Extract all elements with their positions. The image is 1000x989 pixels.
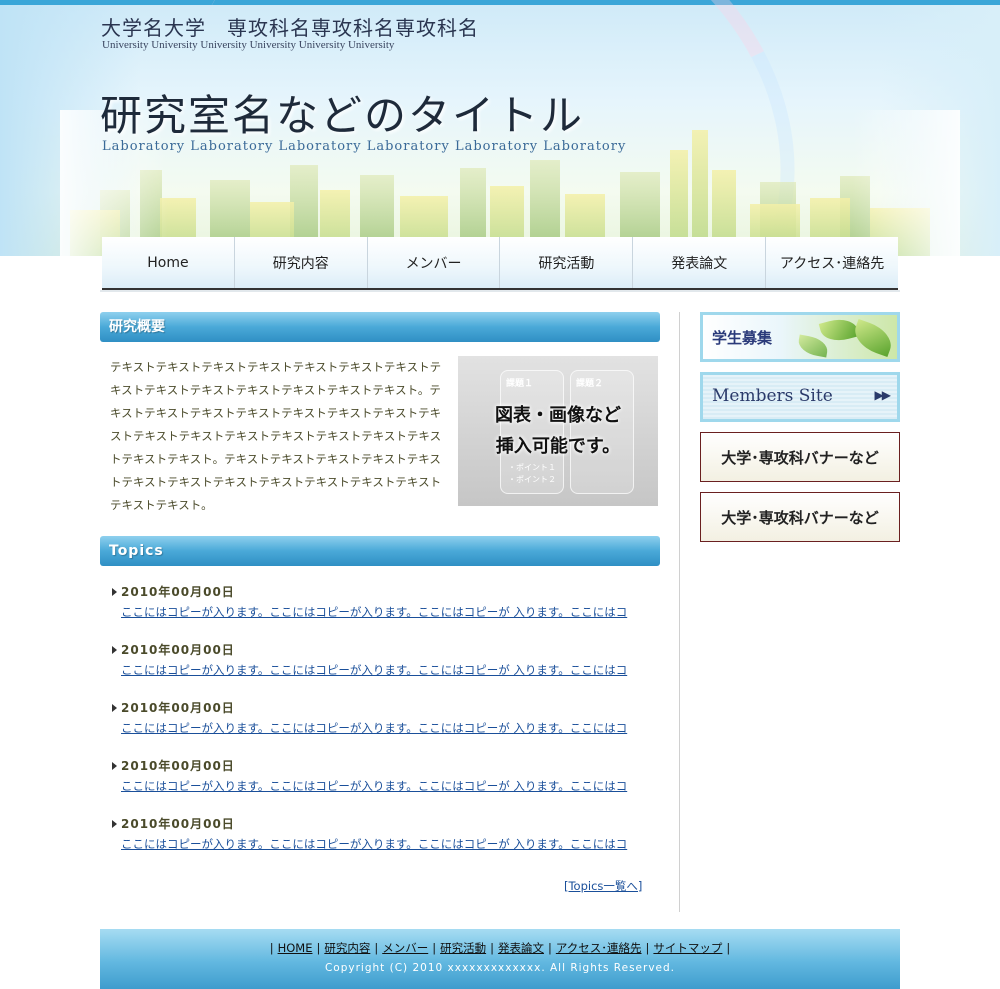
- topic-date: 2010年00月00日: [112, 640, 652, 660]
- site-footer: | HOME | 研究内容 | メンバー | 研究活動 | 発表論文 | アクセス･連絡先 | サイトマッ…: [100, 929, 900, 989]
- topic-item: 2010年00月00日 ここにはコピーが入ります。ここにはコピーが入ります。ここ…: [112, 640, 652, 698]
- overview-figure: 課題１ 課題２ ・ポイント１ ・ポイント２ 図表・画像など 挿入可能です。: [458, 356, 658, 506]
- topic-item: 2010年00月00日 ここにはコピーが入ります。ここにはコピーが入ります。ここ…: [112, 582, 652, 640]
- nav-shadow: [100, 290, 900, 292]
- leaf-icon: [818, 315, 860, 346]
- university-name: 大学名大学 専攻科名専攻科名専攻科名: [101, 16, 479, 40]
- topics-heading: Topics: [100, 536, 660, 566]
- triangle-bullet-icon: [112, 646, 117, 654]
- topic-date: 2010年00月00日: [112, 756, 652, 776]
- university-banner-1[interactable]: 大学･専攻科バナーなど: [700, 432, 900, 482]
- footer-link-home[interactable]: HOME: [278, 941, 313, 955]
- footer-link-sitemap[interactable]: サイトマップ: [653, 941, 722, 955]
- topic-link[interactable]: ここにはコピーが入ります。ここにはコピーが入ります。ここにはコピーが 入ります。…: [112, 776, 642, 796]
- topic-date: 2010年00月00日: [112, 698, 652, 718]
- topic-date-text: 2010年00月00日: [121, 585, 235, 599]
- topic-date-text: 2010年00月00日: [121, 643, 235, 657]
- topic-item: 2010年00月00日 ここにはコピーが入ります。ここにはコピーが入ります。ここ…: [112, 814, 652, 872]
- recruit-banner-label: 学生募集: [712, 329, 773, 347]
- leaf-icon: [796, 334, 830, 358]
- figure-caption-line-2: 挿入可能です。: [495, 436, 621, 457]
- footer-link-activities[interactable]: 研究活動: [440, 941, 486, 955]
- topics-more-link[interactable]: [Topics一覧へ]: [564, 878, 642, 894]
- university-banner-label: 大学･専攻科バナーなど: [721, 509, 879, 527]
- triangle-bullet-icon: [112, 820, 117, 828]
- nav-access[interactable]: アクセス･連絡先: [766, 237, 898, 288]
- footer-links: | HOME | 研究内容 | メンバー | 研究活動 | 発表論文 | アクセス･連絡先 | サイトマッ…: [100, 940, 900, 956]
- triangle-bullet-icon: [112, 762, 117, 770]
- footer-separator: |: [645, 941, 650, 955]
- main-content: 研究概要 テキストテキストテキストテキストテキストテキストテキストテキストテキス…: [100, 312, 660, 893]
- topic-date-text: 2010年00月00日: [121, 701, 235, 715]
- overview-section: テキストテキストテキストテキストテキストテキストテキストテキストテキストテキスト…: [100, 356, 660, 536]
- topic-date: 2010年00月00日: [112, 582, 652, 602]
- nav-home[interactable]: Home: [102, 237, 235, 288]
- overview-heading: 研究概要: [100, 312, 660, 342]
- topics-list: 2010年00月00日 ここにはコピーが入ります。ここにはコピーが入ります。ここ…: [112, 582, 652, 872]
- topic-date-text: 2010年00月00日: [121, 759, 235, 773]
- overview-text: テキストテキストテキストテキストテキストテキストテキストテキストテキストテキスト…: [110, 360, 442, 512]
- footer-link-access[interactable]: アクセス･連絡先: [556, 941, 642, 955]
- footer-separator: |: [547, 941, 552, 955]
- column-divider: [679, 312, 680, 912]
- lab-subtitle: Laboratory Laboratory Laboratory Laborat…: [102, 139, 627, 154]
- topic-link[interactable]: ここにはコピーが入ります。ここにはコピーが入ります。ここにはコピーが 入ります。…: [112, 602, 642, 622]
- nav-members[interactable]: メンバー: [367, 237, 501, 288]
- topic-link[interactable]: ここにはコピーが入ります。ここにはコピーが入ります。ここにはコピーが 入ります。…: [112, 834, 642, 854]
- university-subtitle: University University University Univers…: [102, 39, 395, 51]
- nav-research[interactable]: 研究内容: [234, 237, 368, 288]
- recruit-banner[interactable]: 学生募集: [700, 312, 900, 362]
- figure-label-2: 課題２: [576, 379, 604, 389]
- figure-caption-line-1: 図表・画像など: [495, 405, 621, 426]
- university-banner-2[interactable]: 大学･専攻科バナーなど: [700, 492, 900, 542]
- members-site-label: Members Site: [712, 386, 833, 406]
- site-header: 大学名大学 専攻科名専攻科名専攻科名 University University…: [0, 0, 1000, 256]
- footer-separator: |: [432, 941, 437, 955]
- members-site-banner[interactable]: Members Site ▶▶: [700, 372, 900, 422]
- university-banner-label: 大学･専攻科バナーなど: [721, 449, 879, 467]
- figure-point-1: ・ポイント１: [508, 463, 556, 472]
- leaf-icon: [849, 318, 897, 358]
- topic-date-text: 2010年00月00日: [121, 817, 235, 831]
- footer-separator: |: [316, 941, 321, 955]
- figure-caption: 図表・画像など 挿入可能です。: [458, 400, 658, 462]
- lab-title[interactable]: 研究室名などのタイトル: [100, 82, 584, 143]
- triangle-bullet-icon: [112, 588, 117, 596]
- copyright: Copyright (C) 2010 xxxxxxxxxxxxx. All Ri…: [324, 962, 676, 974]
- footer-separator: |: [490, 941, 494, 955]
- nav-publications[interactable]: 発表論文: [633, 237, 767, 288]
- figure-point-2: ・ポイント２: [508, 475, 556, 484]
- topic-link[interactable]: ここにはコピーが入ります。ここにはコピーが入ります。ここにはコピーが 入ります。…: [112, 718, 642, 738]
- topics-heading-wrap: Topics: [100, 536, 660, 566]
- figure-label-1: 課題１: [506, 379, 534, 389]
- footer-link-research[interactable]: 研究内容: [324, 941, 370, 955]
- footer-separator: |: [726, 941, 731, 955]
- footer-link-publications[interactable]: 発表論文: [498, 941, 544, 955]
- topic-item: 2010年00月00日 ここにはコピーが入ります。ここにはコピーが入ります。ここ…: [112, 698, 652, 756]
- topic-item: 2010年00月00日 ここにはコピーが入ります。ここにはコピーが入ります。ここ…: [112, 756, 652, 814]
- footer-link-members[interactable]: メンバー: [382, 941, 428, 955]
- global-nav: Home 研究内容 メンバー 研究活動 発表論文 アクセス･連絡先: [102, 237, 898, 290]
- footer-separator: |: [269, 941, 274, 955]
- footer-separator: |: [374, 941, 379, 955]
- nav-activities[interactable]: 研究活動: [500, 237, 634, 288]
- topic-date: 2010年00月00日: [112, 814, 652, 834]
- topic-link[interactable]: ここにはコピーが入ります。ここにはコピーが入ります。ここにはコピーが 入ります。…: [112, 660, 642, 680]
- double-arrow-icon: ▶▶: [874, 388, 892, 402]
- triangle-bullet-icon: [112, 704, 117, 712]
